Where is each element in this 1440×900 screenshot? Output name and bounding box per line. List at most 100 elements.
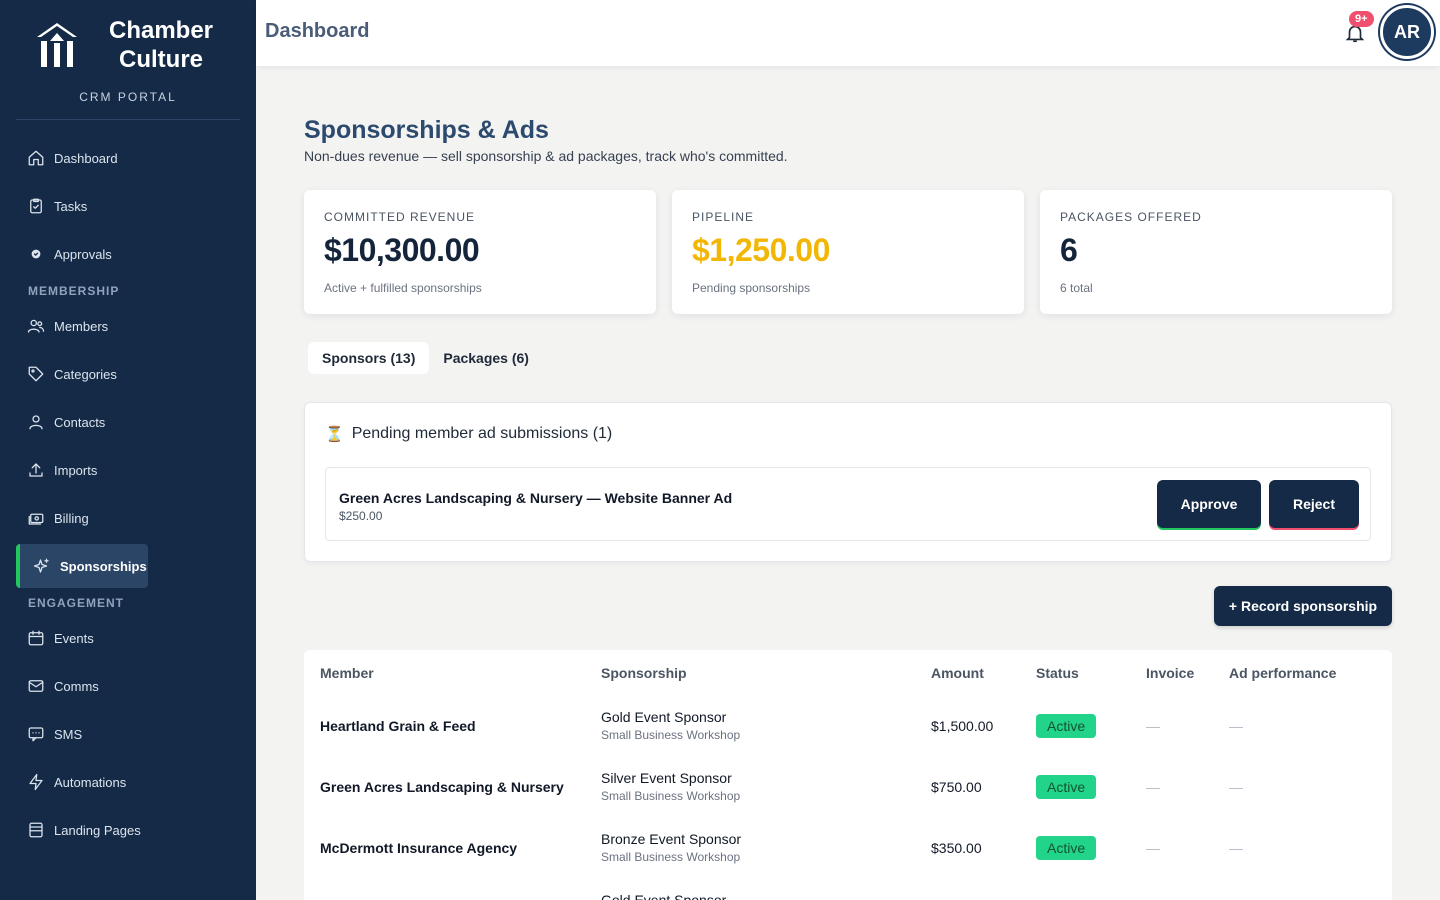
column-header-ad-performance: Ad performance	[1229, 665, 1337, 681]
tab-bar: Sponsors (13) Packages (6)	[308, 342, 543, 374]
layout-icon	[26, 820, 46, 840]
cell-amount: $1,500.00	[931, 718, 994, 734]
stat-value: $10,300.00	[324, 232, 480, 268]
sidebar-item-label: Tasks	[54, 198, 88, 214]
sidebar-item-label: Contacts	[54, 414, 106, 430]
stat-pipeline: PIPELINE $1,250.00 Pending sponsorships	[672, 190, 1024, 314]
cell-ad-performance: —	[1229, 840, 1243, 856]
cell-invoice: —	[1146, 840, 1160, 856]
sidebar-nav: Dashboard Tasks Approvals MEMBERSHIP Mem…	[0, 120, 256, 852]
sidebar-item-automations[interactable]: Automations	[16, 760, 248, 804]
table-row[interactable]: Gold Event Sponsor	[304, 884, 1392, 900]
cell-invoice: —	[1146, 779, 1160, 795]
user-icon	[26, 412, 46, 432]
sidebar-item-label: Events	[54, 630, 94, 646]
sidebar-item-billing[interactable]: Billing	[16, 496, 248, 540]
cell-member: Heartland Grain & Feed	[320, 718, 476, 734]
cash-icon	[26, 508, 46, 528]
calendar-icon	[26, 628, 46, 648]
stat-note: Pending sponsorships	[692, 281, 811, 295]
reject-button[interactable]: Reject	[1269, 480, 1359, 528]
users-icon	[26, 316, 46, 336]
column-header-status: Status	[1036, 665, 1079, 681]
status-badge: Active	[1036, 775, 1097, 799]
column-header-member: Member	[320, 665, 374, 681]
sidebar-item-dashboard[interactable]: Dashboard	[16, 136, 248, 180]
section-engagement: ENGAGEMENT	[28, 596, 125, 610]
sidebar-item-comms[interactable]: Comms	[16, 664, 248, 708]
cell-ad-performance: —	[1229, 779, 1243, 795]
tab-sponsors[interactable]: Sponsors (13)	[308, 342, 430, 374]
stat-committed-revenue: COMMITTED REVENUE $10,300.00 Active + fu…	[304, 190, 656, 314]
pending-title-text: Pending member ad submissions (1)	[351, 425, 613, 442]
topbar-title: Dashboard	[265, 20, 370, 42]
submission-amount: $250.00	[339, 509, 383, 523]
brand-name: Chamber Culture	[108, 17, 214, 73]
record-sponsorship-button[interactable]: + Record sponsorship	[1214, 586, 1392, 626]
sidebar-item-tasks[interactable]: Tasks	[16, 184, 248, 228]
sidebar-item-members[interactable]: Members	[16, 304, 248, 348]
mail-icon	[26, 676, 46, 696]
sidebar-item-label: Imports	[54, 462, 98, 478]
sidebar-item-contacts[interactable]: Contacts	[16, 400, 248, 444]
tab-packages[interactable]: Packages (6)	[429, 342, 543, 374]
sparkle-icon	[32, 556, 52, 576]
cell-sponsorship: Gold Event Sponsor	[601, 709, 727, 725]
stat-label: COMMITTED REVENUE	[324, 210, 476, 224]
column-header-sponsorship: Sponsorship	[601, 665, 687, 681]
sidebar: Chamber Culture CRM PORTAL Dashboard Tas…	[0, 0, 256, 900]
table-row[interactable]: Heartland Grain & Feed Gold Event Sponso…	[304, 701, 1392, 762]
page-title: Sponsorships & Ads	[304, 116, 549, 144]
stat-note: 6 total	[1060, 281, 1093, 295]
brand: Chamber Culture CRM PORTAL	[16, 0, 240, 120]
sidebar-item-label: Sponsorships	[60, 558, 147, 574]
chamber-building-logo-icon	[37, 23, 77, 67]
sidebar-item-sms[interactable]: SMS	[16, 712, 248, 756]
sidebar-item-approvals[interactable]: Approvals	[16, 232, 248, 276]
stat-packages-offered: PACKAGES OFFERED 6 6 total	[1040, 190, 1392, 314]
column-header-invoice: Invoice	[1146, 665, 1195, 681]
sidebar-item-label: Landing Pages	[54, 822, 141, 838]
notification-badge: 9+	[1349, 11, 1374, 27]
sidebar-item-landing-pages[interactable]: Landing Pages	[16, 808, 248, 852]
page-subtitle: Non-dues revenue — sell sponsorship & ad…	[304, 148, 788, 164]
approve-button[interactable]: Approve	[1157, 480, 1261, 528]
status-badge: Active	[1036, 714, 1097, 738]
cell-invoice: —	[1146, 718, 1160, 734]
section-membership: MEMBERSHIP	[28, 284, 120, 298]
sidebar-item-label: Billing	[54, 510, 89, 526]
message-icon	[26, 724, 46, 744]
brand-subtitle: CRM PORTAL	[79, 90, 177, 104]
check-circle-icon	[26, 244, 46, 264]
stat-label: PACKAGES OFFERED	[1060, 210, 1202, 224]
sidebar-item-events[interactable]: Events	[16, 616, 248, 660]
sidebar-item-label: SMS	[54, 726, 83, 742]
pending-title: ⏳ Pending member ad submissions (1)	[325, 425, 612, 443]
cell-member: Green Acres Landscaping & Nursery	[320, 779, 564, 795]
cell-sponsorship: Gold Event Sponsor	[601, 892, 727, 900]
tag-icon	[26, 364, 46, 384]
cell-event: Small Business Workshop	[601, 789, 741, 803]
stat-value: $1,250.00	[692, 232, 830, 268]
clipboard-icon	[26, 196, 46, 216]
sidebar-item-imports[interactable]: Imports	[16, 448, 248, 492]
table-row[interactable]: Green Acres Landscaping & Nursery Silver…	[304, 762, 1392, 823]
sidebar-item-label: Comms	[54, 678, 99, 694]
sidebar-item-label: Members	[54, 318, 109, 334]
bolt-icon	[26, 772, 46, 792]
home-icon	[26, 148, 46, 168]
stat-note: Active + fulfilled sponsorships	[324, 281, 482, 295]
stat-label: PIPELINE	[692, 210, 755, 224]
cell-event: Small Business Workshop	[601, 850, 741, 864]
avatar[interactable]: AR	[1380, 5, 1434, 59]
sidebar-item-categories[interactable]: Categories	[16, 352, 248, 396]
cell-sponsorship: Silver Event Sponsor	[601, 770, 732, 786]
hourglass-icon: ⏳	[325, 426, 344, 443]
cell-member: McDermott Insurance Agency	[320, 840, 518, 856]
cell-amount: $350.00	[931, 840, 982, 856]
column-header-amount: Amount	[931, 665, 984, 681]
pending-submission-item: Green Acres Landscaping & Nursery — Webs…	[325, 467, 1371, 541]
submission-name: Green Acres Landscaping & Nursery — Webs…	[339, 490, 733, 506]
sidebar-item-sponsorships[interactable]: Sponsorships	[16, 544, 148, 588]
table-row[interactable]: McDermott Insurance Agency Bronze Event …	[304, 823, 1392, 884]
